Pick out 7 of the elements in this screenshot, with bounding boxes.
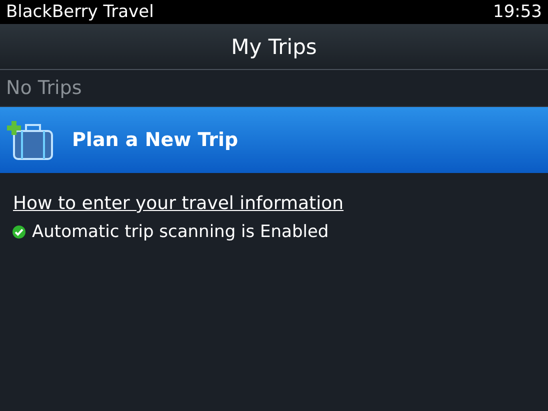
plan-trip-item[interactable]: Plan a New Trip bbox=[0, 107, 548, 173]
clock-time: 19:53 bbox=[493, 2, 542, 22]
suitcase-plus-icon bbox=[6, 119, 54, 161]
app-name: BlackBerry Travel bbox=[6, 2, 154, 22]
title-bar: My Trips bbox=[0, 24, 548, 70]
scanning-status: Automatic trip scanning is Enabled bbox=[32, 222, 329, 242]
help-link[interactable]: How to enter your travel information bbox=[13, 193, 344, 214]
